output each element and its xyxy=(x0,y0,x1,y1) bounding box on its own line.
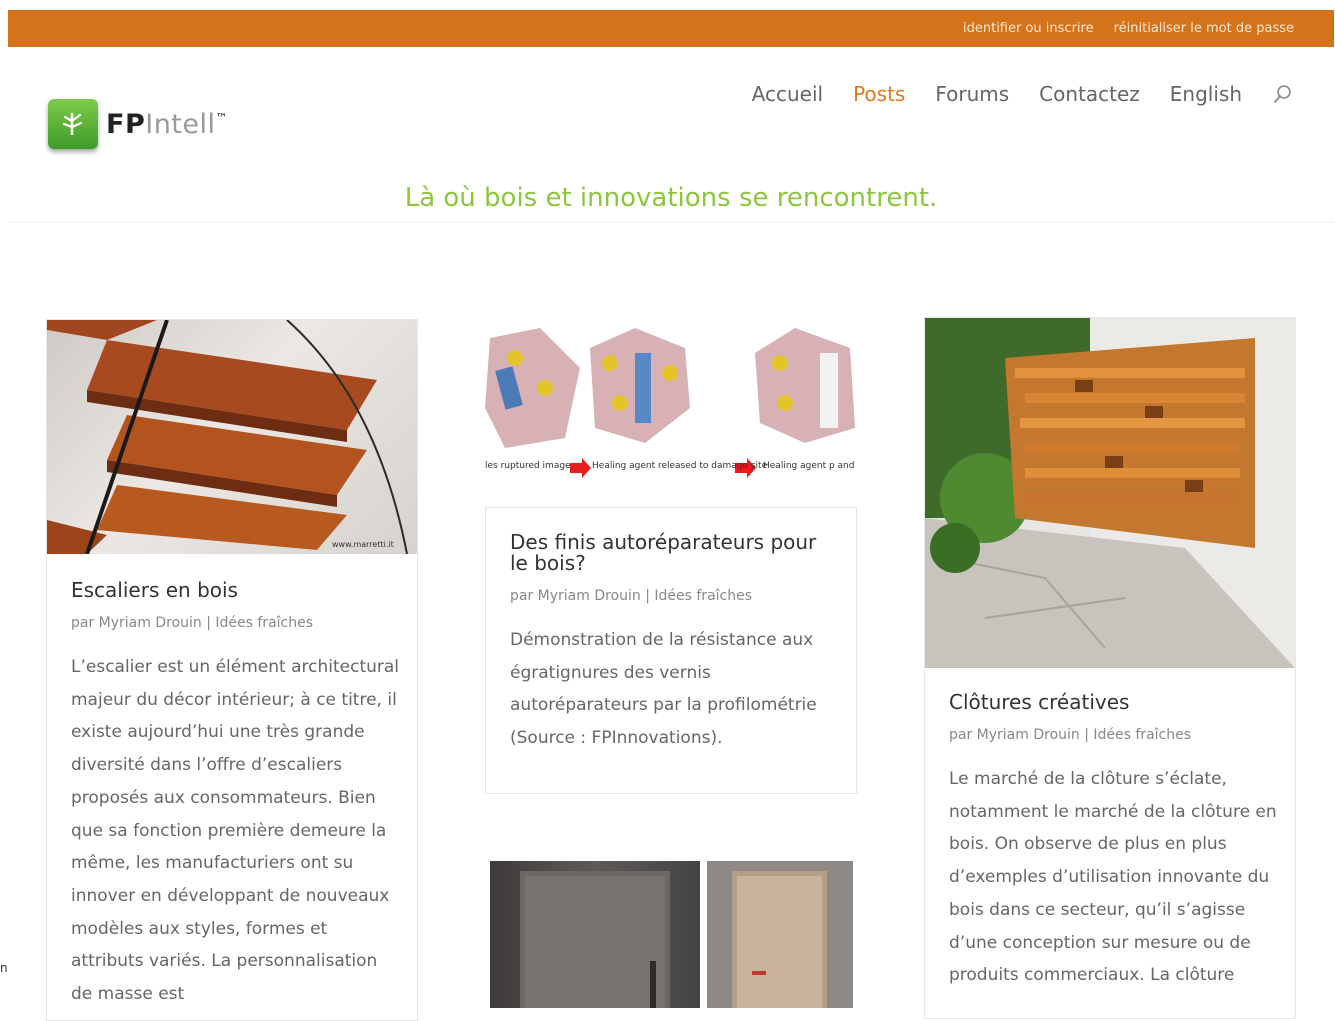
image-credit: www.marretti.it xyxy=(332,540,394,549)
post-card-clotures: Clôtures créatives par Myriam Drouin | I… xyxy=(924,317,1296,1019)
side-fragment: n xyxy=(0,961,8,975)
main-nav: Accueil Posts Forums Contactez English xyxy=(752,82,1294,106)
nav-english[interactable]: English xyxy=(1170,82,1242,106)
image-label-3: Healing agent p and heals d xyxy=(763,461,855,471)
post-title[interactable]: Des finis autoréparateurs pour le bois? xyxy=(510,532,840,574)
nav-contactez[interactable]: Contactez xyxy=(1039,82,1140,106)
post-card-autoreparateurs: Des finis autoréparateurs pour le bois? … xyxy=(485,507,857,794)
post-excerpt: L’escalier est un élément architectural … xyxy=(71,657,400,1005)
site-logo[interactable]: FPIntell™ xyxy=(48,99,228,149)
post-meta: par Myriam Drouin | Idées fraîches xyxy=(71,615,314,631)
logo-tm: ™ xyxy=(215,110,229,125)
logo-icon xyxy=(48,99,98,149)
post-body: Clôtures créatives par Myriam Drouin | I… xyxy=(949,692,1279,992)
post-meta: par Myriam Drouin | Idées fraîches xyxy=(949,727,1192,743)
post-image-clotures[interactable] xyxy=(925,318,1295,668)
reset-password-link[interactable]: réinitialiser le mot de passe xyxy=(1114,21,1294,36)
post-title[interactable]: Clôtures créatives xyxy=(949,692,1279,713)
logo-wordmark: FPIntell™ xyxy=(106,109,228,140)
post-title[interactable]: Escaliers en bois xyxy=(71,580,401,601)
post-meta: par Myriam Drouin | Idées fraîches xyxy=(510,588,753,604)
post-image-next-2[interactable] xyxy=(707,861,853,1008)
post-excerpt: Démonstration de la résistance aux égrat… xyxy=(510,630,817,749)
post-body: Escaliers en bois par Myriam Drouin | Id… xyxy=(71,580,401,1011)
logo-fp: FP xyxy=(106,108,146,140)
nav-accueil[interactable]: Accueil xyxy=(752,82,823,106)
header-divider xyxy=(8,222,1334,223)
page: identifier ou inscrire réinitialiser le … xyxy=(8,10,1334,1021)
nav-posts[interactable]: Posts xyxy=(853,82,905,106)
post-image-escaliers[interactable]: www.marretti.it xyxy=(47,320,417,554)
post-image-autoreparateurs[interactable]: les ruptured image Healing agent release… xyxy=(485,328,855,488)
image-label-2: Healing agent released to damage site xyxy=(592,461,768,471)
post-card-escaliers: www.marretti.it Escaliers en bois par My… xyxy=(46,319,418,1021)
search-icon[interactable] xyxy=(1272,83,1294,105)
post-body: Des finis autoréparateurs pour le bois? … xyxy=(510,532,840,755)
login-link[interactable]: identifier ou inscrire xyxy=(963,21,1094,36)
nav-forums[interactable]: Forums xyxy=(935,82,1009,106)
top-bar: identifier ou inscrire réinitialiser le … xyxy=(8,10,1334,47)
logo-intell: Intell xyxy=(145,108,216,140)
post-image-next[interactable] xyxy=(490,861,700,1008)
site-tagline: Là où bois et innovations se rencontrent… xyxy=(404,183,938,213)
image-label-1: les ruptured image xyxy=(485,461,571,471)
post-excerpt: Le marché de la clôture s’éclate, notamm… xyxy=(949,769,1277,986)
